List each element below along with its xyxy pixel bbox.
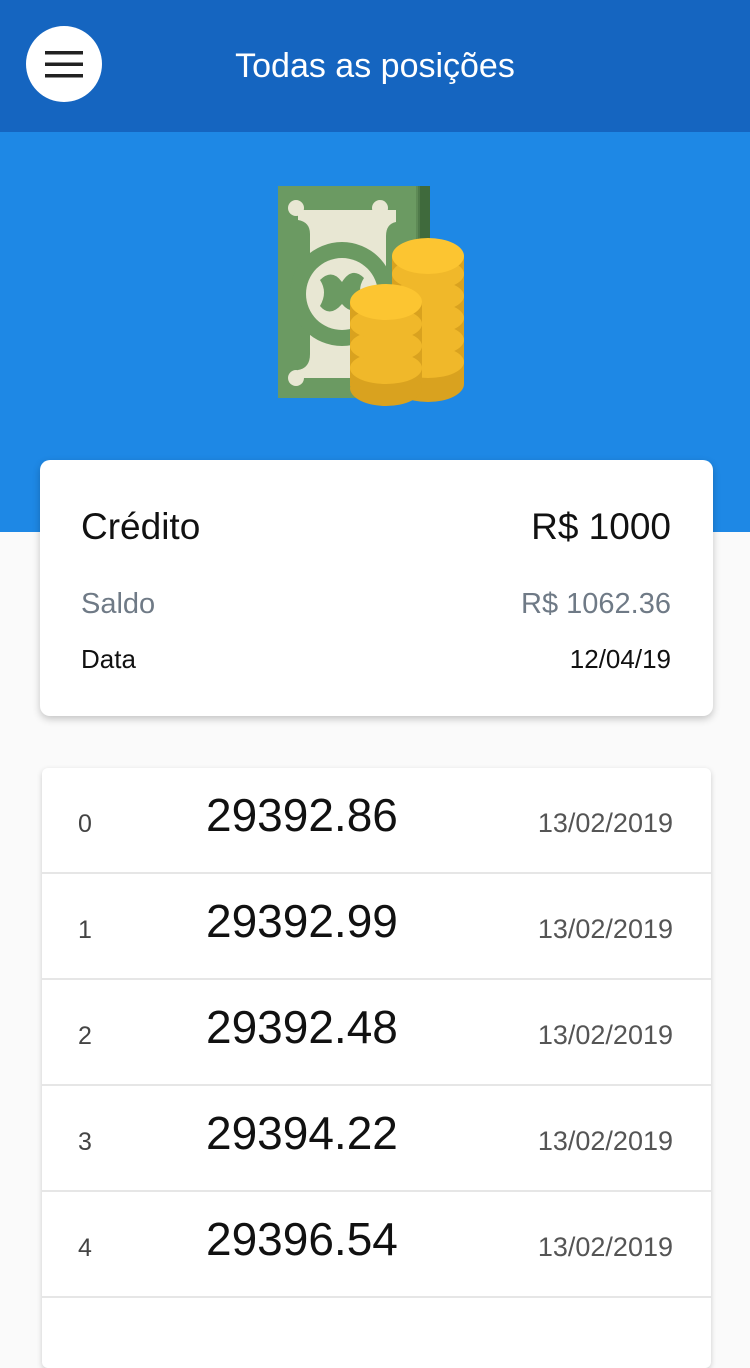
summary-card: Crédito R$ 1000 Saldo R$ 1062.36 Data 12…	[40, 460, 713, 716]
position-value: 29392.86	[206, 789, 398, 841]
position-value: 29392.48	[206, 1001, 398, 1053]
list-item[interactable]: 2 29392.48 13/02/2019	[42, 980, 711, 1086]
credit-row: Crédito R$ 1000	[81, 506, 671, 548]
position-date: 13/02/2019	[537, 1126, 673, 1156]
date-row: Data 12/04/19	[81, 644, 671, 675]
position-index: 2	[78, 1022, 92, 1050]
position-date: 13/02/2019	[537, 914, 673, 944]
list-item[interactable]: 0 29392.86 13/02/2019	[42, 768, 711, 874]
balance-value: R$ 1062.36	[521, 588, 671, 620]
position-index: 4	[78, 1234, 92, 1262]
list-item[interactable]: 1 29392.99 13/02/2019	[42, 874, 711, 980]
positions-list: 0 29392.86 13/02/2019 1 29392.99 13/02/2…	[42, 768, 711, 1368]
position-date: 13/02/2019	[537, 808, 673, 838]
page-title: Todas as posições	[235, 47, 515, 85]
money-stack-coins-icon	[278, 186, 464, 406]
position-index: 1	[78, 916, 92, 944]
position-date: 13/02/2019	[537, 1020, 673, 1050]
credit-value: R$ 1000	[531, 506, 671, 547]
credit-label: Crédito	[81, 506, 201, 547]
date-value: 12/04/19	[569, 644, 671, 674]
position-value: 29396.54	[206, 1213, 398, 1265]
balance-label: Saldo	[81, 588, 156, 620]
position-value: 29392.99	[206, 895, 398, 947]
date-label: Data	[81, 644, 136, 674]
position-index: 0	[78, 810, 92, 838]
list-item[interactable]: 4 29396.54 13/02/2019	[42, 1192, 711, 1298]
position-value: 29394.22	[206, 1107, 398, 1159]
list-item[interactable]: 3 29394.22 13/02/2019	[42, 1086, 711, 1192]
position-date: 13/02/2019	[537, 1232, 673, 1262]
position-index: 3	[78, 1128, 92, 1156]
app-bar: Todas as posições	[0, 0, 750, 132]
balance-row: Saldo R$ 1062.36	[81, 588, 671, 621]
